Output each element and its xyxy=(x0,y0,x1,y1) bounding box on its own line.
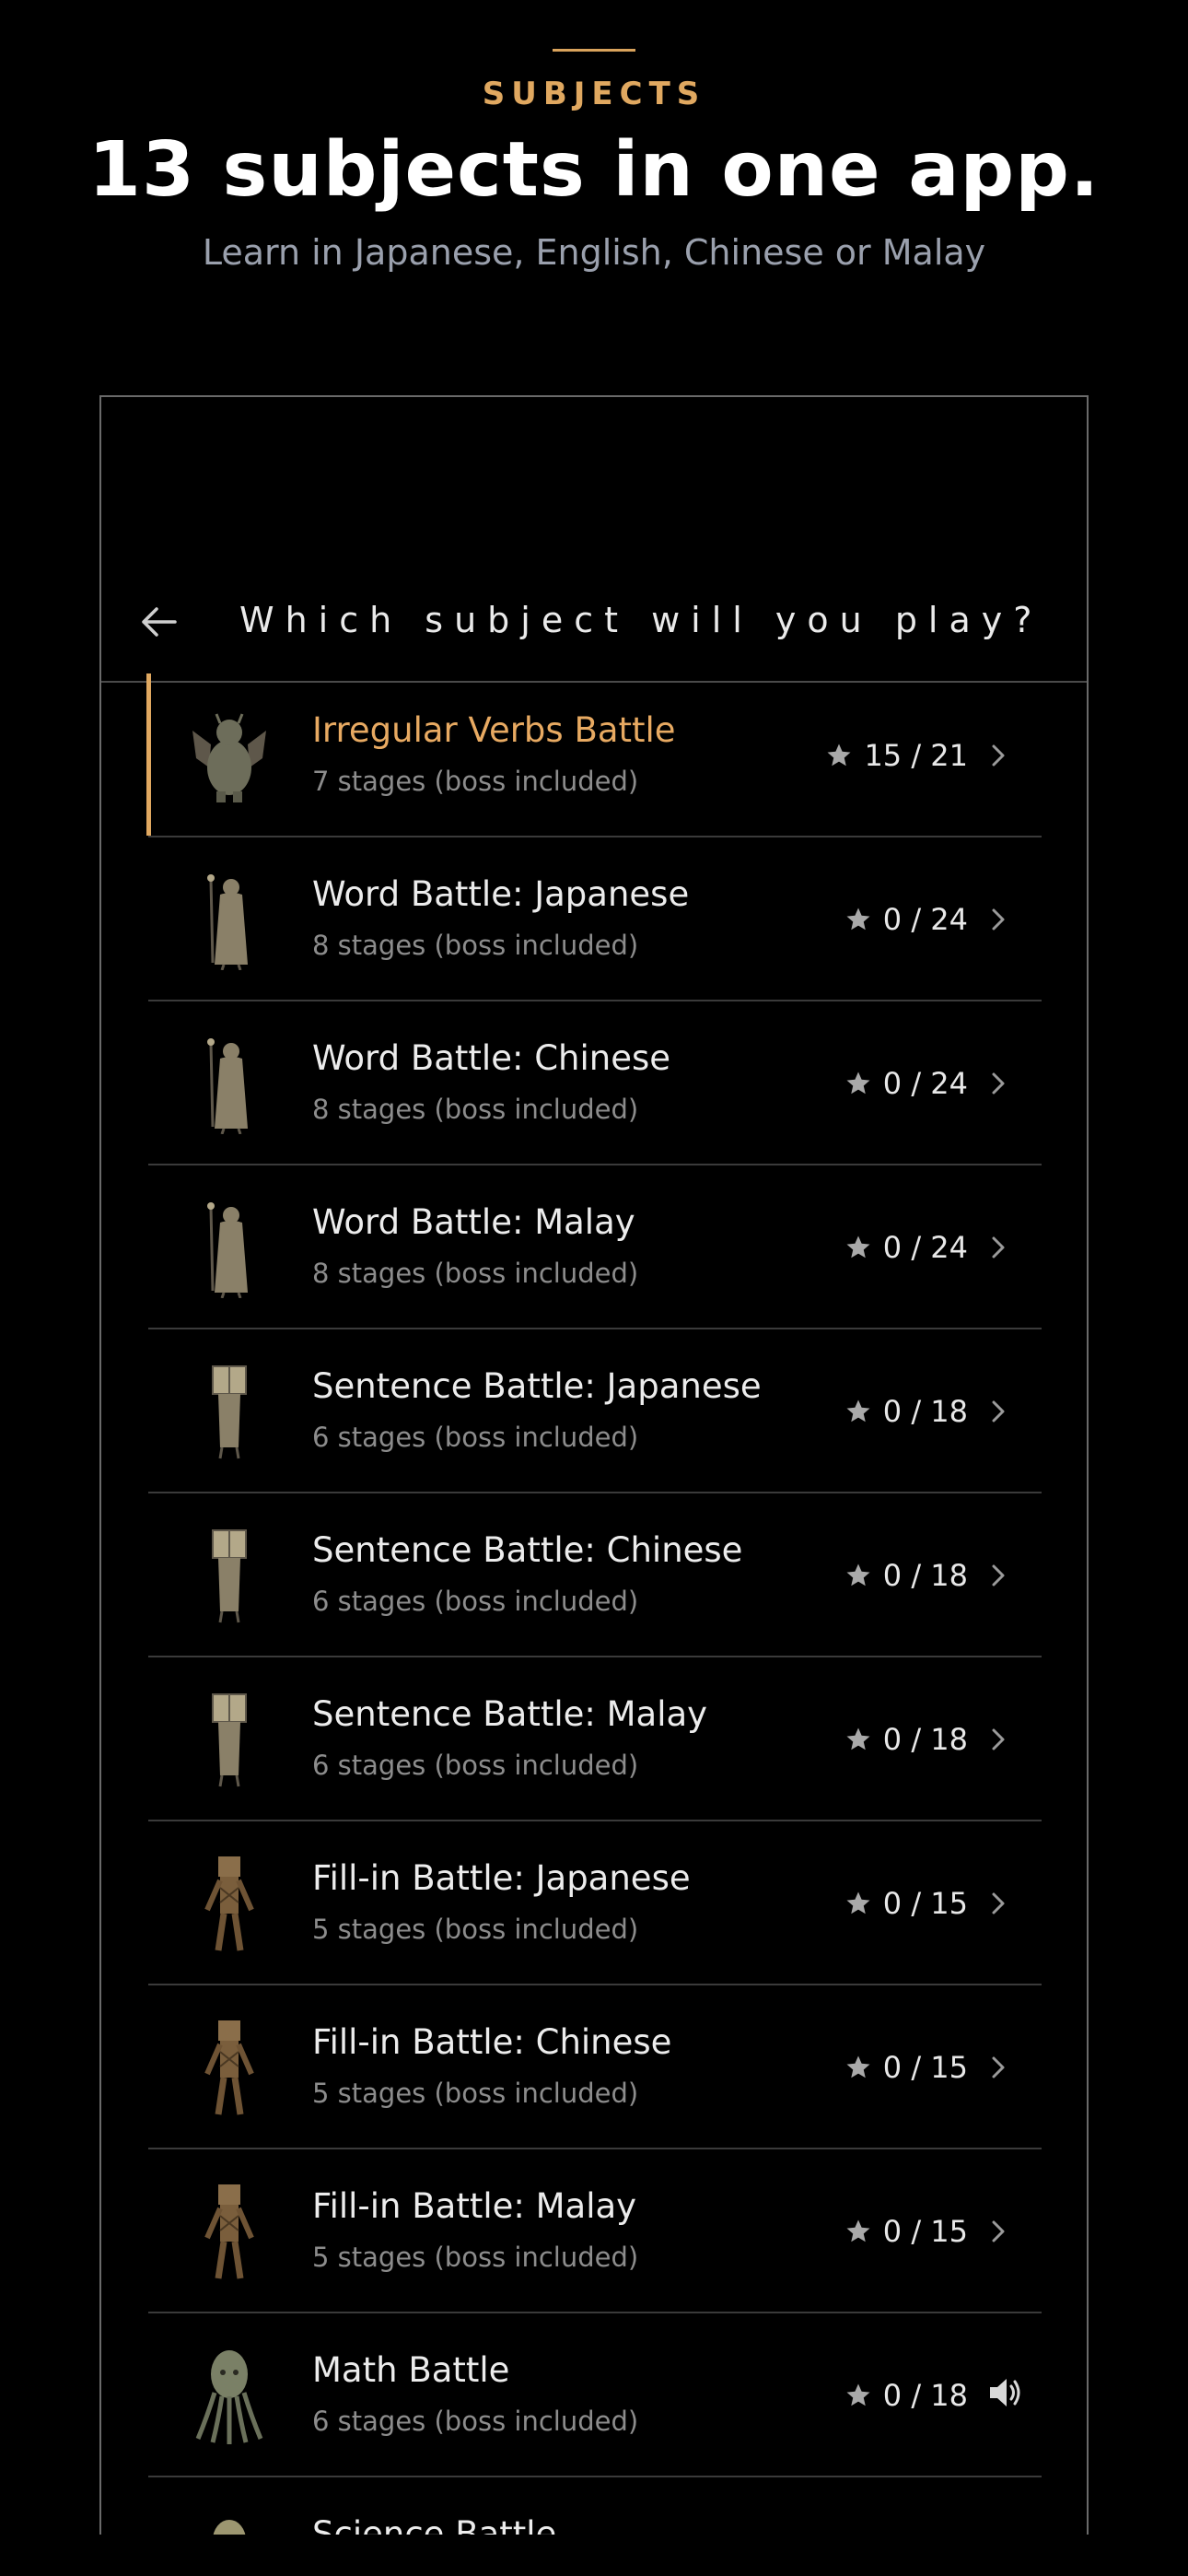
subject-score: 0 / 24 xyxy=(882,1230,968,1265)
section-eyebrow: SUBJECTS xyxy=(482,76,706,112)
subject-title: Math Battle xyxy=(312,2350,510,2390)
chevron-right-icon xyxy=(992,1564,1005,1587)
subject-stages: 6 stages (boss included) xyxy=(312,1586,639,1617)
chevron-right-icon xyxy=(992,1072,1005,1095)
star-icon xyxy=(846,2219,870,2242)
subject-stages: 8 stages (boss included) xyxy=(312,930,639,961)
robed-wizard-icon xyxy=(207,874,248,970)
chevron-right-icon xyxy=(992,744,1005,767)
hero-subline: Learn in Japanese, English, Chinese or M… xyxy=(202,232,986,273)
subject-row[interactable]: Sentence Battle: Japanese 6 stages (boss … xyxy=(148,1329,1042,1493)
subject-row[interactable]: Irregular Verbs Battle 7 stages (boss inc… xyxy=(146,673,1042,837)
subject-stages: 6 stages (boss included) xyxy=(312,1750,639,1781)
robed-wizard-icon xyxy=(207,1202,248,1298)
subject-row[interactable]: Fill-in Battle: Malay 5 stages (boss incl… xyxy=(148,2149,1042,2313)
subject-stages: 6 stages (boss included) xyxy=(312,2406,639,2437)
subject-title: Sentence Battle: Chinese xyxy=(312,1530,743,1570)
subject-score: 0 / 15 xyxy=(882,2214,968,2249)
subject-title: Science Battle xyxy=(312,2514,557,2535)
subject-row[interactable]: Science Battle0 / 15 xyxy=(148,2477,1042,2535)
subject-title: Irregular Verbs Battle xyxy=(312,710,676,750)
subject-title: Sentence Battle: Malay xyxy=(312,1694,708,1734)
star-icon xyxy=(846,907,870,931)
subject-list: Irregular Verbs Battle 7 stages (boss inc… xyxy=(146,673,1042,2535)
hero-accent-rule xyxy=(553,49,635,52)
star-icon xyxy=(846,2055,870,2078)
subject-row[interactable]: Fill-in Battle: Japanese 5 stages (boss i… xyxy=(148,1821,1042,1985)
subject-row[interactable]: Sentence Battle: Malay 6 stages (boss inc… xyxy=(148,1657,1042,1821)
subject-title: Word Battle: Malay xyxy=(312,1202,635,1242)
subject-row[interactable]: Word Battle: Chinese 8 stages (boss inclu… xyxy=(148,1001,1042,1165)
subject-score: 0 / 15 xyxy=(882,2050,968,2085)
chevron-right-icon xyxy=(992,2056,1005,2078)
phone-screen-frame: Which subject will you play? Irregular V… xyxy=(99,395,1089,2535)
subject-stages: 7 stages (boss included) xyxy=(312,766,639,797)
subject-score: 0 / 24 xyxy=(882,1066,968,1101)
lizard-creature-icon xyxy=(213,2520,246,2535)
subject-title: Word Battle: Chinese xyxy=(312,1038,671,1078)
screen-title: Which subject will you play? xyxy=(239,600,1043,640)
subject-row[interactable]: Sentence Battle: Chinese 6 stages (boss i… xyxy=(148,1493,1042,1657)
chevron-right-icon xyxy=(992,1728,1005,1751)
star-icon xyxy=(827,744,851,767)
subject-row[interactable]: Math Battle 6 stages (boss included) 0 / 1… xyxy=(148,2313,1042,2477)
gargoyle-icon xyxy=(192,713,266,802)
star-icon xyxy=(846,1399,870,1423)
star-icon xyxy=(846,1727,870,1751)
book-ghost-icon xyxy=(212,1529,247,1623)
chevron-right-icon xyxy=(992,908,1005,931)
wooden-golem-icon xyxy=(204,1856,254,1951)
subject-title: Word Battle: Japanese xyxy=(312,874,690,914)
subject-title: Fill-in Battle: Japanese xyxy=(312,1858,691,1898)
subject-score: 0 / 18 xyxy=(882,1558,968,1593)
book-ghost-icon xyxy=(212,1365,247,1459)
subject-score: 0 / 15 xyxy=(882,1886,968,1921)
robed-wizard-icon xyxy=(207,1038,248,1134)
chevron-right-icon xyxy=(992,1400,1005,1423)
star-icon xyxy=(846,1563,870,1587)
back-arrow-icon[interactable] xyxy=(136,603,181,640)
subject-row[interactable]: Word Battle: Japanese 8 stages (boss incl… xyxy=(148,837,1042,1001)
subject-score: 15 / 21 xyxy=(864,738,968,773)
subject-title: Sentence Battle: Japanese xyxy=(312,1366,762,1406)
book-ghost-icon xyxy=(212,1693,247,1787)
subject-score: 0 / 18 xyxy=(882,1394,968,1429)
subject-stages: 8 stages (boss included) xyxy=(312,1258,639,1289)
chevron-right-icon xyxy=(992,1892,1005,1914)
star-icon xyxy=(846,1891,870,1914)
subject-score: 0 / 24 xyxy=(882,902,968,937)
chevron-right-icon xyxy=(992,1236,1005,1259)
subject-row[interactable]: Fill-in Battle: Chinese 5 stages (boss in… xyxy=(148,1985,1042,2149)
subject-title: Fill-in Battle: Chinese xyxy=(312,2022,672,2062)
speaker-icon[interactable] xyxy=(984,2372,1025,2413)
subject-score: 0 / 18 xyxy=(882,2378,968,2413)
subject-stages: 8 stages (boss included) xyxy=(312,1094,639,1125)
octopus-creature-icon xyxy=(195,2350,263,2444)
hero-headline: 13 subjects in one app. xyxy=(87,126,1101,214)
star-icon xyxy=(846,1071,870,1095)
subject-title: Fill-in Battle: Malay xyxy=(312,2186,637,2226)
star-icon xyxy=(846,1235,870,1259)
subject-score: 0 / 18 xyxy=(882,1722,968,1757)
subject-stages: 6 stages (boss included) xyxy=(312,1422,639,1453)
subject-stages: 5 stages (boss included) xyxy=(312,2242,639,2273)
wooden-golem-icon xyxy=(204,2020,254,2115)
star-icon xyxy=(846,2383,870,2406)
screen-header: Which subject will you play? xyxy=(101,563,1087,683)
subject-row[interactable]: Word Battle: Malay 8 stages (boss include… xyxy=(148,1165,1042,1329)
wooden-golem-icon xyxy=(204,2184,254,2279)
subject-stages: 5 stages (boss included) xyxy=(312,2078,639,2109)
subject-stages: 5 stages (boss included) xyxy=(312,1914,639,1945)
chevron-right-icon xyxy=(992,2220,1005,2242)
